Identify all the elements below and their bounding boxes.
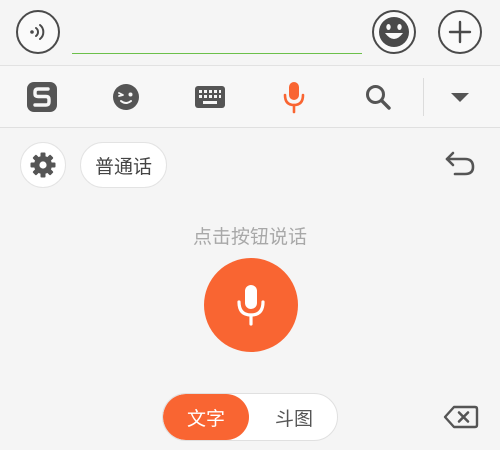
undo-button[interactable]: [440, 146, 480, 182]
mode-doutu-tab[interactable]: 斗图: [251, 394, 337, 440]
search-icon: [366, 85, 391, 110]
keyboard-toolbar: [0, 66, 500, 128]
record-voice-button[interactable]: [204, 258, 298, 352]
settings-button[interactable]: [20, 142, 66, 188]
search-tab[interactable]: [348, 66, 408, 128]
voice-toggle-button[interactable]: [16, 10, 60, 54]
microphone-icon: [283, 82, 305, 114]
sogou-logo-button[interactable]: [12, 66, 72, 128]
toolbar-divider: [423, 78, 424, 116]
voice-hint-text: 点击按钮说话: [192, 226, 307, 248]
plus-button[interactable]: [438, 10, 482, 54]
language-label: 普通话: [95, 155, 153, 178]
backspace-button[interactable]: [441, 400, 481, 434]
undo-arrow-icon: [445, 151, 475, 176]
emoji-face-icon: [113, 84, 139, 110]
emoji-button[interactable]: [372, 10, 416, 54]
voice-wave-icon: [30, 24, 45, 40]
keyboard-icon: [195, 86, 225, 108]
gear-icon: [30, 152, 56, 178]
voice-input-panel: 普通话 点击按钮说话 文字 斗图: [0, 128, 500, 450]
collapse-keyboard-button[interactable]: [430, 66, 490, 128]
smile-emoji-icon: [379, 17, 409, 47]
backspace-icon: [443, 405, 479, 429]
voice-tab[interactable]: [264, 66, 324, 128]
plus-icon: [448, 20, 472, 44]
collapse-arrow-icon: [451, 93, 469, 102]
keyboard-tab[interactable]: [180, 66, 240, 128]
language-select-button[interactable]: 普通话: [80, 142, 168, 188]
sogou-logo-icon: [27, 82, 57, 112]
chat-input-bar: [0, 0, 500, 66]
output-mode-switch: 文字 斗图: [162, 393, 338, 441]
mode-text-tab[interactable]: 文字: [163, 394, 249, 440]
microphone-icon: [237, 285, 265, 326]
message-input[interactable]: [72, 14, 362, 54]
emoji-tab[interactable]: [96, 66, 156, 128]
